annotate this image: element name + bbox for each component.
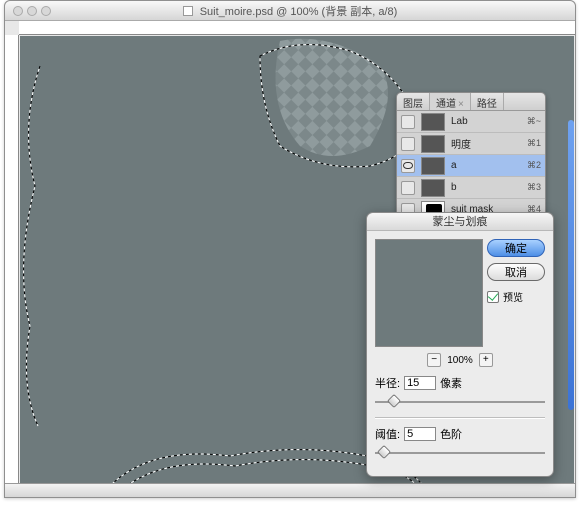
- ok-button[interactable]: 确定: [487, 239, 545, 257]
- close-icon[interactable]: ×: [458, 99, 464, 110]
- channel-label: b: [451, 182, 521, 193]
- zoom-in-button[interactable]: +: [479, 353, 493, 367]
- titlebar: Suit_moire.psd @ 100% (背景 副本, a/8): [5, 1, 575, 21]
- channel-row-lab[interactable]: Lab ⌘~: [397, 111, 545, 133]
- channel-label: a: [451, 160, 521, 171]
- radius-input[interactable]: [404, 376, 436, 390]
- visibility-toggle[interactable]: [401, 181, 415, 195]
- window-traffic-lights: [13, 6, 51, 16]
- channel-row-b[interactable]: b ⌘3: [397, 177, 545, 199]
- dialog-title: 蒙尘与划痕: [367, 213, 553, 231]
- cancel-button[interactable]: 取消: [487, 263, 545, 281]
- ruler-horizontal[interactable]: [19, 21, 575, 35]
- tab-paths[interactable]: 路径: [471, 93, 504, 110]
- visibility-toggle[interactable]: [401, 115, 415, 129]
- threshold-unit: 色阶: [440, 426, 462, 442]
- document-icon: [183, 6, 193, 16]
- channel-shortcut: ⌘1: [527, 138, 541, 149]
- channel-shortcut: ⌘2: [527, 160, 541, 171]
- channel-shortcut: ⌘3: [527, 182, 541, 193]
- preview-label: 预览: [503, 289, 523, 304]
- zoom-controls: − 100% +: [375, 353, 545, 367]
- threshold-input[interactable]: [404, 427, 436, 441]
- channel-thumb: [421, 135, 445, 153]
- tab-channels[interactable]: 通道×: [430, 93, 471, 110]
- channel-label: Lab: [451, 116, 521, 127]
- radius-label: 半径:: [375, 375, 400, 391]
- channel-row-a[interactable]: a ⌘2: [397, 155, 545, 177]
- radius-unit: 像素: [440, 375, 462, 391]
- tab-layers[interactable]: 图层: [397, 93, 430, 110]
- radius-slider[interactable]: [375, 395, 545, 409]
- channel-thumb: [421, 113, 445, 131]
- threshold-label: 阈值:: [375, 426, 400, 442]
- channel-label: 明度: [451, 136, 521, 151]
- preview-checkbox[interactable]: [487, 291, 499, 303]
- filter-preview[interactable]: [375, 239, 483, 347]
- dust-and-scratches-dialog: 蒙尘与划痕 确定 取消 预览 − 100% + 半径: 像素 阈值:: [366, 212, 554, 477]
- threshold-slider[interactable]: [375, 446, 545, 460]
- divider: [375, 417, 545, 418]
- threshold-row: 阈值: 色阶: [375, 426, 545, 442]
- zoom-value: 100%: [447, 355, 473, 366]
- preview-checkbox-row[interactable]: 预览: [487, 289, 523, 304]
- visibility-toggle[interactable]: [401, 137, 415, 151]
- window-title: Suit_moire.psd @ 100% (背景 副本, a/8): [5, 3, 575, 19]
- channel-shortcut: ⌘~: [527, 116, 541, 127]
- visibility-toggle[interactable]: [401, 159, 415, 173]
- channel-row-lightness[interactable]: 明度 ⌘1: [397, 133, 545, 155]
- vertical-scrollbar[interactable]: [568, 120, 574, 410]
- channel-thumb: [421, 157, 445, 175]
- selection-marquee-left: [20, 66, 90, 431]
- channel-list: Lab ⌘~ 明度 ⌘1 a ⌘2 b ⌘3 suit mask ⌘4: [397, 111, 545, 221]
- zoom-out-button[interactable]: −: [427, 353, 441, 367]
- panel-tabs: 图层 通道× 路径: [397, 93, 545, 111]
- zoom-window-button[interactable]: [41, 6, 51, 16]
- radius-row: 半径: 像素: [375, 375, 545, 391]
- status-bar: [5, 483, 575, 497]
- minimize-window-button[interactable]: [27, 6, 37, 16]
- channel-thumb: [421, 179, 445, 197]
- ruler-vertical[interactable]: [5, 35, 19, 497]
- channels-panel: 图层 通道× 路径 Lab ⌘~ 明度 ⌘1 a ⌘2 b ⌘3: [396, 92, 546, 222]
- close-window-button[interactable]: [13, 6, 23, 16]
